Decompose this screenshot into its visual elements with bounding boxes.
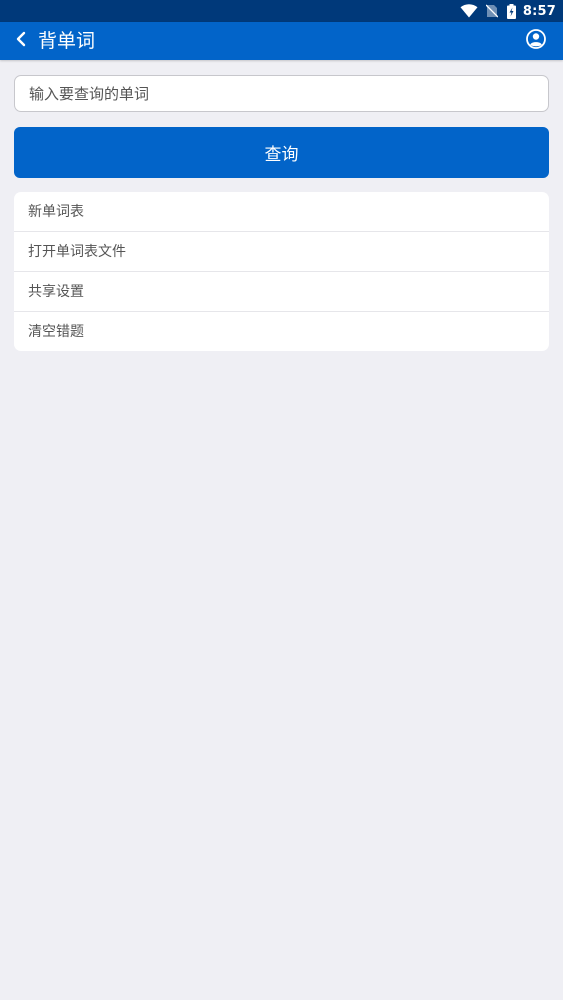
status-icons: 8:57 (460, 0, 556, 22)
status-time: 8:57 (522, 3, 556, 19)
battery-charging-icon (506, 3, 516, 19)
user-profile-button[interactable] (523, 28, 549, 54)
search-input[interactable] (14, 75, 549, 112)
app-bar: 背单词 (0, 22, 563, 60)
search-button[interactable]: 查询 (14, 127, 549, 178)
back-button[interactable] (8, 26, 34, 56)
user-circle-icon (526, 29, 546, 53)
no-sim-icon (485, 4, 498, 18)
menu-list: 新单词表 打开单词表文件 共享设置 清空错题 (14, 192, 549, 351)
wifi-icon (460, 4, 478, 18)
page-title: 背单词 (38, 30, 96, 52)
menu-item-clear-mistakes[interactable]: 清空错题 (14, 312, 549, 351)
status-bar: 8:57 (0, 0, 563, 22)
chevron-left-icon (15, 30, 27, 52)
menu-item-new-wordlist[interactable]: 新单词表 (14, 192, 549, 232)
menu-item-share-settings[interactable]: 共享设置 (14, 272, 549, 312)
menu-item-open-wordlist-file[interactable]: 打开单词表文件 (14, 232, 549, 272)
